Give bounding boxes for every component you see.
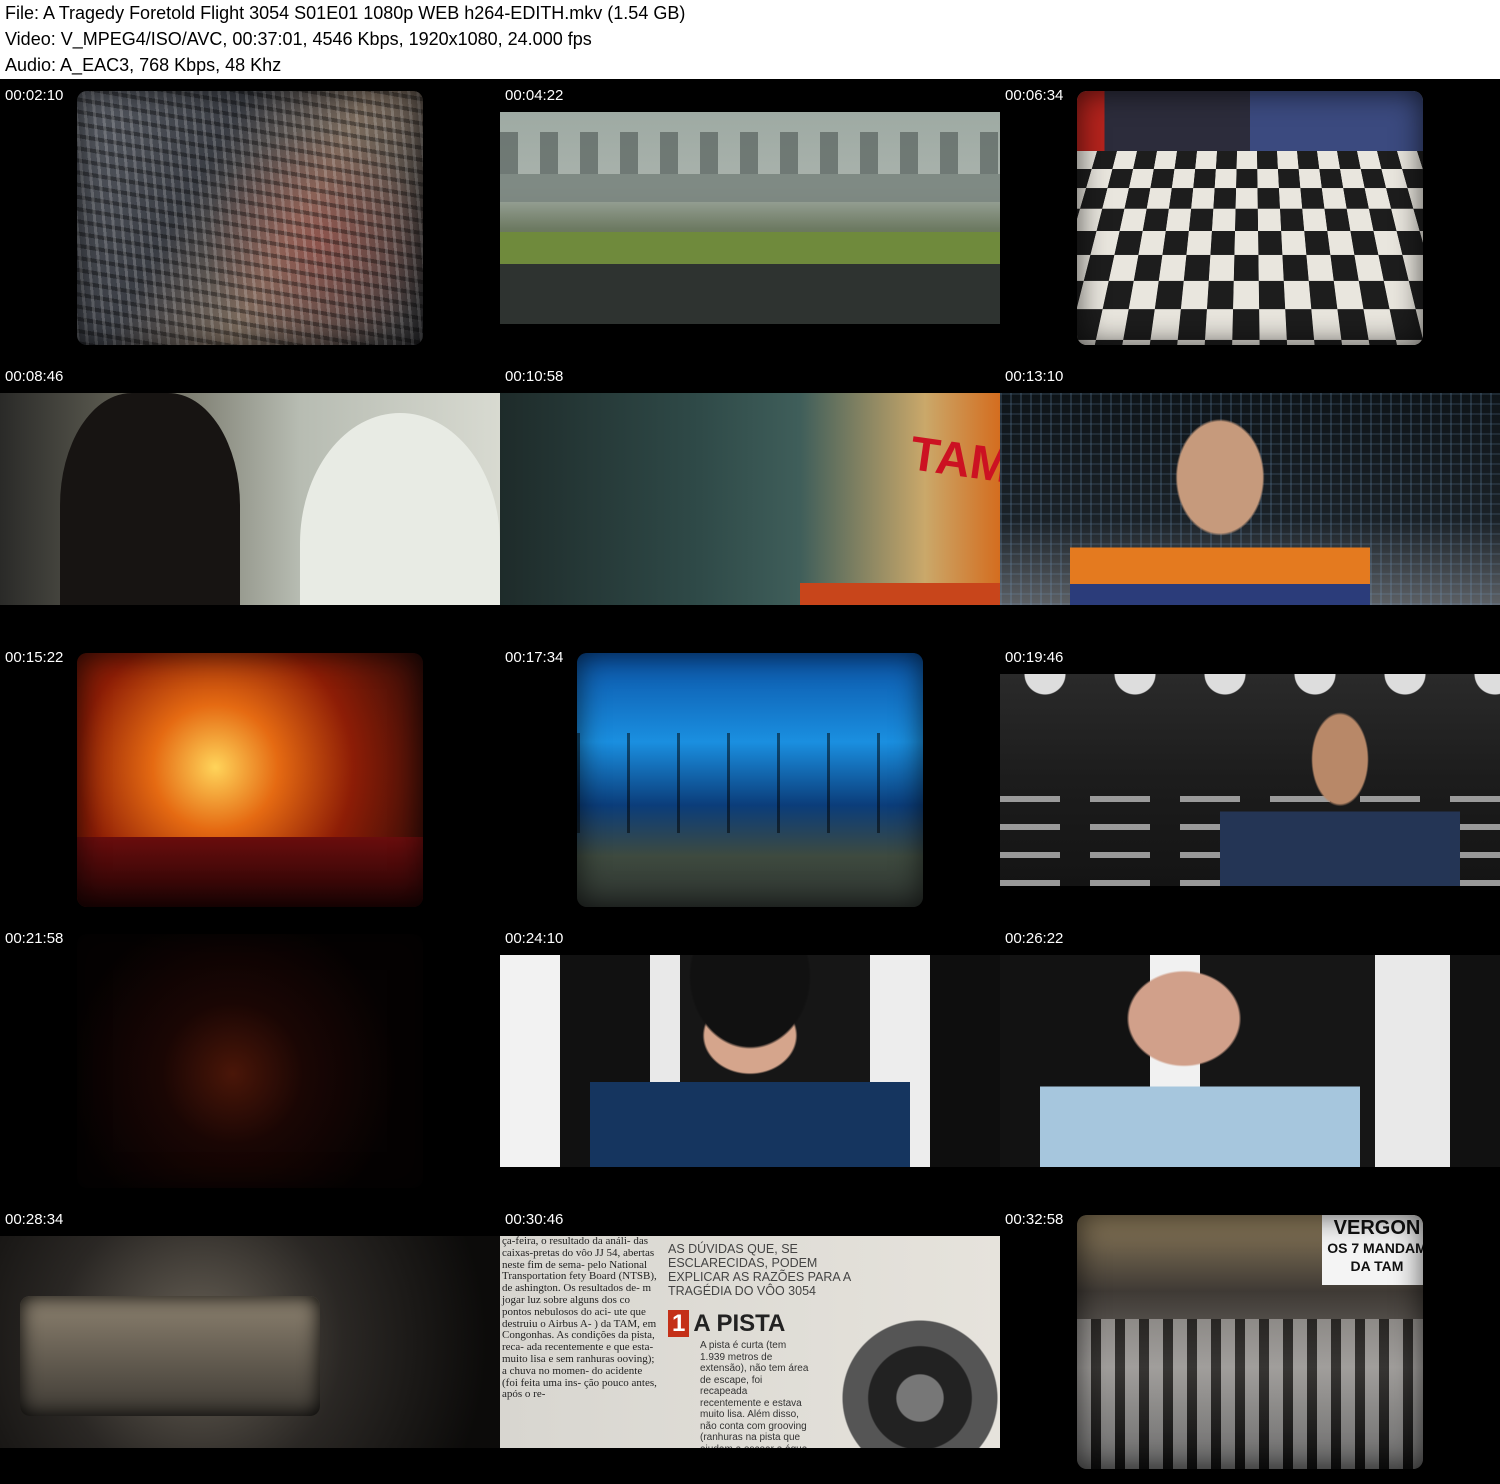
timestamp: 00:24:10 [505,930,563,948]
protest-banner: VERGON OS 7 MANDAM DA TAM [1322,1215,1423,1285]
frame-embrace-tam: TAM [500,393,1000,605]
timestamp: 00:30:46 [505,1211,563,1229]
timestamp: 00:06:34 [1005,87,1063,105]
newspaper-heading: AS DÚVIDAS QUE, SE ESCLARECIDAS, PODEM E… [668,1242,858,1298]
frame-fire [77,653,423,907]
frame-night-wreck [77,934,423,1188]
file-info: File: A Tragedy Foretold Flight 3054 S01… [5,2,685,24]
timestamp: 00:32:58 [1005,1211,1063,1229]
thumbnail-13: 00:28:34 [0,1203,500,1484]
frame-two-women [0,393,500,605]
audio-info: Audio: A_EAC3, 768 Kbps, 48 Khz [5,54,281,76]
wheel-illustration [820,1318,1000,1448]
frame-interview-grey-hair-man [1000,955,1500,1167]
thumbnail-8: 00:17:34 [500,641,1000,922]
timestamp: 00:08:46 [5,368,63,386]
frame-check-in-crowd [77,91,423,345]
video-info: Video: V_MPEG4/ISO/AVC, 00:37:01, 4546 K… [5,28,592,50]
timestamp: 00:15:22 [5,649,63,667]
thumbnail-12: 00:26:22 [1000,922,1500,1203]
tam-sign: TAM [906,426,1000,494]
timestamp: 00:28:34 [5,1211,63,1229]
newspaper-column: ça-feira, o resultado da análi- das caix… [500,1236,660,1448]
pista-body: A pista é curta (tem 1.939 metros de ext… [700,1340,810,1448]
info-header: File: A Tragedy Foretold Flight 3054 S01… [0,0,1500,79]
pista-heading: 1A PISTA [668,1310,785,1338]
pista-number: 1 [668,1310,689,1337]
pista-title: A PISTA [693,1310,785,1337]
thumbnail-9: 00:19:46 [1000,641,1500,922]
timestamp: 00:13:10 [1005,368,1063,386]
frame-interview-civil-defense [1000,393,1500,605]
frame-newspaper: ça-feira, o resultado da análi- das caix… [500,1236,1000,1448]
banner-line-1: VERGON [1322,1217,1423,1239]
frame-checkered-floor [1077,91,1423,345]
thumbnail-5: TAM 00:10:58 [500,360,1000,641]
frame-interview-hat-man [500,955,1000,1167]
frame-protest: VERGON OS 7 MANDAM DA TAM [1077,1215,1423,1469]
banner-line-3: DA TAM [1322,1257,1423,1275]
thumbnail-1: 00:02:10 [0,79,500,360]
timestamp: 00:19:46 [1005,649,1063,667]
timestamp: 00:26:22 [1005,930,1063,948]
thumbnail-7: 00:15:22 [0,641,500,922]
frame-flight-recorder [0,1236,500,1448]
timestamp: 00:21:58 [5,930,63,948]
thumbnail-10: 00:21:58 [0,922,500,1203]
thumbnail-4: 00:08:46 [0,360,500,641]
thumbnail-2: 00:04:22 [500,79,1000,360]
banner-line-2: OS 7 MANDAM [1322,1239,1423,1257]
frame-interview-bearded-man [1000,674,1500,886]
thumbnail-14: ça-feira, o resultado da análi- das caix… [500,1203,1000,1484]
timestamp: 00:17:34 [505,649,563,667]
thumbnail-3: 00:06:34 [1000,79,1500,360]
timestamp: 00:10:58 [505,368,563,386]
thumbnail-6: 00:13:10 [1000,360,1500,641]
frame-blue-building [577,653,923,907]
frame-airport-skyline [500,112,1000,324]
timestamp: 00:04:22 [505,87,563,105]
timestamp: 00:02:10 [5,87,63,105]
thumbnail-15: VERGON OS 7 MANDAM DA TAM 00:32:58 [1000,1203,1500,1484]
thumbnail-11: 00:24:10 [500,922,1000,1203]
